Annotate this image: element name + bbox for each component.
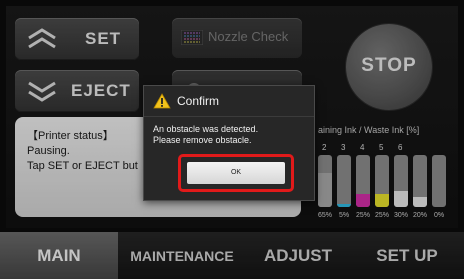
printer-touchscreen: SET EJECT Nozzle Check STOP 【Printer sta… (0, 0, 464, 279)
ok-button[interactable]: OK (187, 162, 285, 184)
dialog-message-line1: An obstacle was detected. (153, 124, 259, 134)
warning-icon (153, 93, 171, 109)
dialog-title: Confirm (177, 94, 220, 108)
confirm-dialog: Confirm An obstacle was detected. Please… (143, 85, 315, 201)
ok-button-highlight: OK (178, 154, 294, 192)
dialog-message-line2: Please remove obstacle. (153, 135, 252, 145)
dialog-title-bar: Confirm (144, 86, 314, 117)
